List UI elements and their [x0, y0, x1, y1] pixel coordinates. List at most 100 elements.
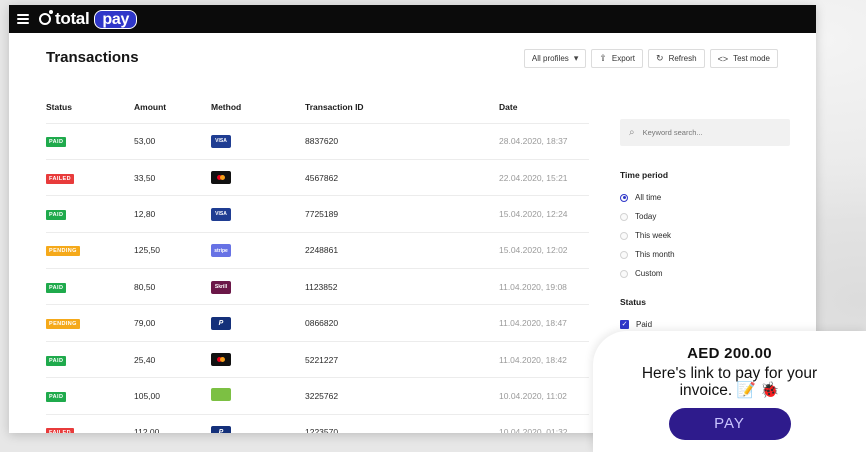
- status-cell: PAID: [46, 341, 130, 379]
- logo[interactable]: total pay: [39, 9, 138, 29]
- transactions-table: Status Amount Method Transaction ID Date…: [46, 91, 589, 433]
- amount-cell: 12,80: [130, 195, 211, 233]
- status-badge: PAID: [46, 137, 67, 148]
- skrill-logo-icon: Skrill: [211, 280, 231, 294]
- test-mode-label: Test mode: [733, 54, 770, 63]
- logo-ring-icon: [39, 10, 53, 25]
- table-row[interactable]: FAILED 112,00P 122357010.04.2020, 01:32: [46, 414, 589, 433]
- amount-cell: 53,00: [130, 123, 211, 160]
- transaction-id-cell: 0866820: [305, 304, 499, 342]
- table-row[interactable]: PAID 25,40 5221227 11.04.2020, 18:42: [46, 341, 589, 379]
- code-icon: <>: [717, 53, 729, 64]
- profiles-label: All profiles: [531, 54, 569, 63]
- amount-cell: 25,40: [130, 341, 211, 379]
- method-cell: Skrill: [211, 268, 305, 306]
- time-option-label: This week: [635, 231, 672, 240]
- method-cell: stripe: [211, 232, 305, 270]
- header-amount[interactable]: Amount: [130, 91, 211, 124]
- status-cell: PAID: [46, 123, 130, 160]
- filter-sidebar: ⌕ Time period All time Today This week This…: [620, 119, 790, 333]
- time-option-label: This month: [635, 250, 675, 259]
- status-cell: FAILED: [46, 414, 130, 433]
- paypal-logo-icon: P: [211, 425, 231, 433]
- export-button[interactable]: ⇪ Export: [591, 49, 644, 68]
- amount-cell: 125,50: [130, 232, 211, 270]
- status-badge: PAID: [46, 391, 67, 402]
- green-logo-icon: [211, 388, 231, 402]
- radio-button[interactable]: [620, 193, 628, 202]
- refresh-label: Refresh: [668, 54, 697, 63]
- transaction-id-cell: 4567862: [305, 159, 499, 197]
- date-cell: 11.04.2020, 19:08: [499, 268, 589, 306]
- status-badge: PAID: [46, 282, 67, 293]
- table-row[interactable]: PAID 80,50 Skrill 1123852 11.04.2020, 19:08: [46, 268, 589, 306]
- checkbox-checked-icon[interactable]: ✓: [620, 319, 629, 329]
- time-option[interactable]: Custom: [620, 264, 790, 283]
- amount-cell: 112,00: [130, 414, 211, 433]
- search-box[interactable]: ⌕: [620, 119, 790, 146]
- header-transaction-id[interactable]: Transaction ID: [305, 91, 499, 124]
- radio-button[interactable]: [620, 250, 628, 259]
- time-option-label: All time: [635, 193, 662, 202]
- time-option[interactable]: This week: [620, 226, 790, 245]
- table-row[interactable]: PENDING 79,00 P 0866820 11.04.2020, 18:47: [46, 304, 589, 342]
- search-icon: ⌕: [629, 127, 635, 138]
- menu-icon[interactable]: [17, 14, 29, 24]
- method-cell: [211, 159, 305, 197]
- refresh-button[interactable]: ↻ Refresh: [648, 49, 705, 68]
- time-option[interactable]: This month: [620, 245, 790, 264]
- method-cell: [211, 377, 305, 415]
- export-icon: ⇪: [599, 53, 607, 63]
- method-cell: P: [211, 414, 305, 433]
- export-label: Export: [611, 54, 636, 63]
- method-cell: VISA: [211, 195, 305, 233]
- logo-total: total: [55, 9, 90, 28]
- transaction-id-cell: 1223570: [305, 414, 499, 433]
- stripe-logo-icon: stripe: [211, 244, 231, 258]
- radio-button[interactable]: [620, 231, 628, 240]
- header-date[interactable]: Date: [499, 91, 589, 124]
- amount-cell: 80,50: [130, 268, 211, 306]
- method-cell: P: [211, 304, 305, 342]
- status-cell: PENDING: [46, 304, 130, 342]
- transaction-id-cell: 8837620: [305, 123, 499, 160]
- page-title: Transactions: [46, 49, 139, 66]
- amount-cell: 79,00: [130, 304, 211, 342]
- profiles-dropdown[interactable]: All profiles ▾: [523, 49, 587, 68]
- method-cell: [211, 341, 305, 379]
- time-option-label: Today: [635, 212, 657, 221]
- header-status[interactable]: Status: [46, 91, 130, 124]
- date-cell: 22.04.2020, 15:21: [499, 159, 589, 197]
- search-input[interactable]: [642, 128, 763, 137]
- status-cell: FAILED: [46, 159, 130, 197]
- status-badge: PAID: [46, 209, 67, 220]
- amount-cell: 105,00: [130, 377, 211, 415]
- table-row[interactable]: PENDING 125,50 stripe 2248861 15.04.2020, 12…: [46, 232, 589, 270]
- time-period-title: Time period: [620, 170, 669, 180]
- date-cell: 11.04.2020, 18:42: [499, 341, 589, 379]
- table-row[interactable]: PAID 12,80 VISA 7725189 15.04.2020, 12:24: [46, 195, 589, 233]
- pay-button[interactable]: PAY: [668, 408, 791, 440]
- visa-logo-icon: VISA: [211, 134, 231, 148]
- date-cell: 15.04.2020, 12:02: [499, 232, 589, 270]
- table-row[interactable]: FAILED 33,50 4567862 22.04.2020, 15:21: [46, 159, 589, 197]
- chevron-down-icon: ▾: [573, 53, 579, 63]
- method-cell: VISA: [211, 123, 305, 160]
- time-option[interactable]: Today: [620, 207, 790, 226]
- transaction-id-cell: 1123852: [305, 268, 499, 306]
- status-cell: PAID: [46, 377, 130, 415]
- visa-logo-icon: VISA: [211, 207, 231, 221]
- status-badge: FAILED: [46, 428, 74, 433]
- test-mode-button[interactable]: <> Test mode: [709, 49, 778, 68]
- invoice-text: Here's link to pay for your invoice. 📝 🐞: [641, 365, 818, 399]
- radio-button[interactable]: [620, 269, 628, 278]
- transaction-id-cell: 7725189: [305, 195, 499, 233]
- paypal-logo-icon: P: [211, 316, 231, 330]
- radio-button[interactable]: [620, 212, 628, 221]
- date-cell: 11.04.2020, 18:47: [499, 304, 589, 342]
- table-row[interactable]: PAID 105,00 3225762 10.04.2020, 11:02: [46, 377, 589, 415]
- table-row[interactable]: PAID 53,00 VISA 8837620 28.04.2020, 18:37: [46, 123, 589, 160]
- date-cell: 10.04.2020, 11:02: [499, 377, 589, 415]
- header-method[interactable]: Method: [211, 91, 305, 124]
- time-option[interactable]: All time: [620, 188, 790, 207]
